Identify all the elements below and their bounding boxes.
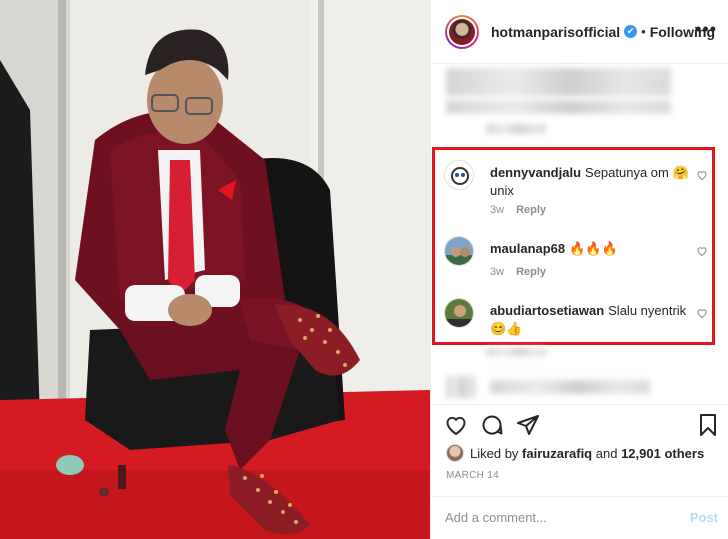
comment-username[interactable]: abudiartosetiawan xyxy=(490,303,604,318)
username-link[interactable]: hotmanparisofficial xyxy=(491,24,620,40)
blurred-avatar xyxy=(446,376,476,398)
comment-body: 🔥🔥🔥 xyxy=(569,241,618,256)
post-header: hotmanparisofficial ✔ • Following ••• xyxy=(431,0,728,64)
comment-meta: 3w Reply xyxy=(490,204,558,216)
likes-summary: Liked by fairuzarafiq and 12,901 others xyxy=(446,444,704,462)
post-date[interactable]: MARCH 14 xyxy=(446,470,499,481)
share-paper-plane-icon[interactable] xyxy=(516,413,540,437)
reply-button[interactable]: Reply xyxy=(516,266,546,278)
likes-prefix: Liked by xyxy=(470,445,519,461)
comment-text: maulanap68 🔥🔥🔥 xyxy=(490,240,690,258)
comment-text: dennyvandjalu Sepatunya om 🤗 unix xyxy=(490,164,690,200)
post-comment-button[interactable]: Post xyxy=(690,510,718,525)
verified-badge-icon: ✔ xyxy=(624,25,638,38)
comment-username[interactable]: maulanap68 xyxy=(490,241,565,256)
photo-illustration xyxy=(0,0,430,539)
add-comment-input[interactable] xyxy=(445,510,665,525)
like-comment-heart-icon[interactable] xyxy=(696,245,708,257)
comment-meta: 3w Reply xyxy=(490,266,558,278)
liker-username[interactable]: fairuzarafiq xyxy=(522,446,592,461)
likes-and: and xyxy=(595,445,618,461)
blurred-comment xyxy=(490,380,650,394)
blurred-caption xyxy=(446,68,671,96)
blurred-meta xyxy=(486,348,546,356)
action-bar xyxy=(430,404,728,444)
like-comment-heart-icon[interactable] xyxy=(696,307,708,319)
like-heart-icon[interactable] xyxy=(444,413,468,437)
blurred-caption-line xyxy=(446,100,671,114)
blurred-caption-meta xyxy=(486,124,546,134)
likes-count[interactable]: 12,901 others xyxy=(621,446,704,461)
liker-avatar[interactable] xyxy=(446,444,464,462)
avatar[interactable] xyxy=(445,14,479,49)
comment-username[interactable]: dennyvandjalu xyxy=(490,165,581,180)
avatar-frame xyxy=(447,16,477,47)
comment-bubble-icon[interactable] xyxy=(480,413,504,437)
comment-age: 3w xyxy=(490,204,505,216)
comment-avatar[interactable] xyxy=(444,298,474,328)
like-comment-heart-icon[interactable] xyxy=(696,169,708,181)
comment-avatar[interactable] xyxy=(444,236,474,266)
comment-age: 3w xyxy=(490,266,505,278)
comment-avatar[interactable] xyxy=(444,160,474,190)
comment-text: abudiartosetiawan Slalu nyentrik 😊👍 xyxy=(490,302,690,338)
reply-button[interactable]: Reply xyxy=(516,204,546,216)
post-photo[interactable] xyxy=(0,0,430,539)
more-options-icon[interactable]: ••• xyxy=(695,20,717,38)
header-separator: • xyxy=(641,24,646,39)
save-bookmark-icon[interactable] xyxy=(696,413,720,437)
avatar-image xyxy=(449,18,475,45)
add-comment-bar: Post xyxy=(430,496,728,539)
